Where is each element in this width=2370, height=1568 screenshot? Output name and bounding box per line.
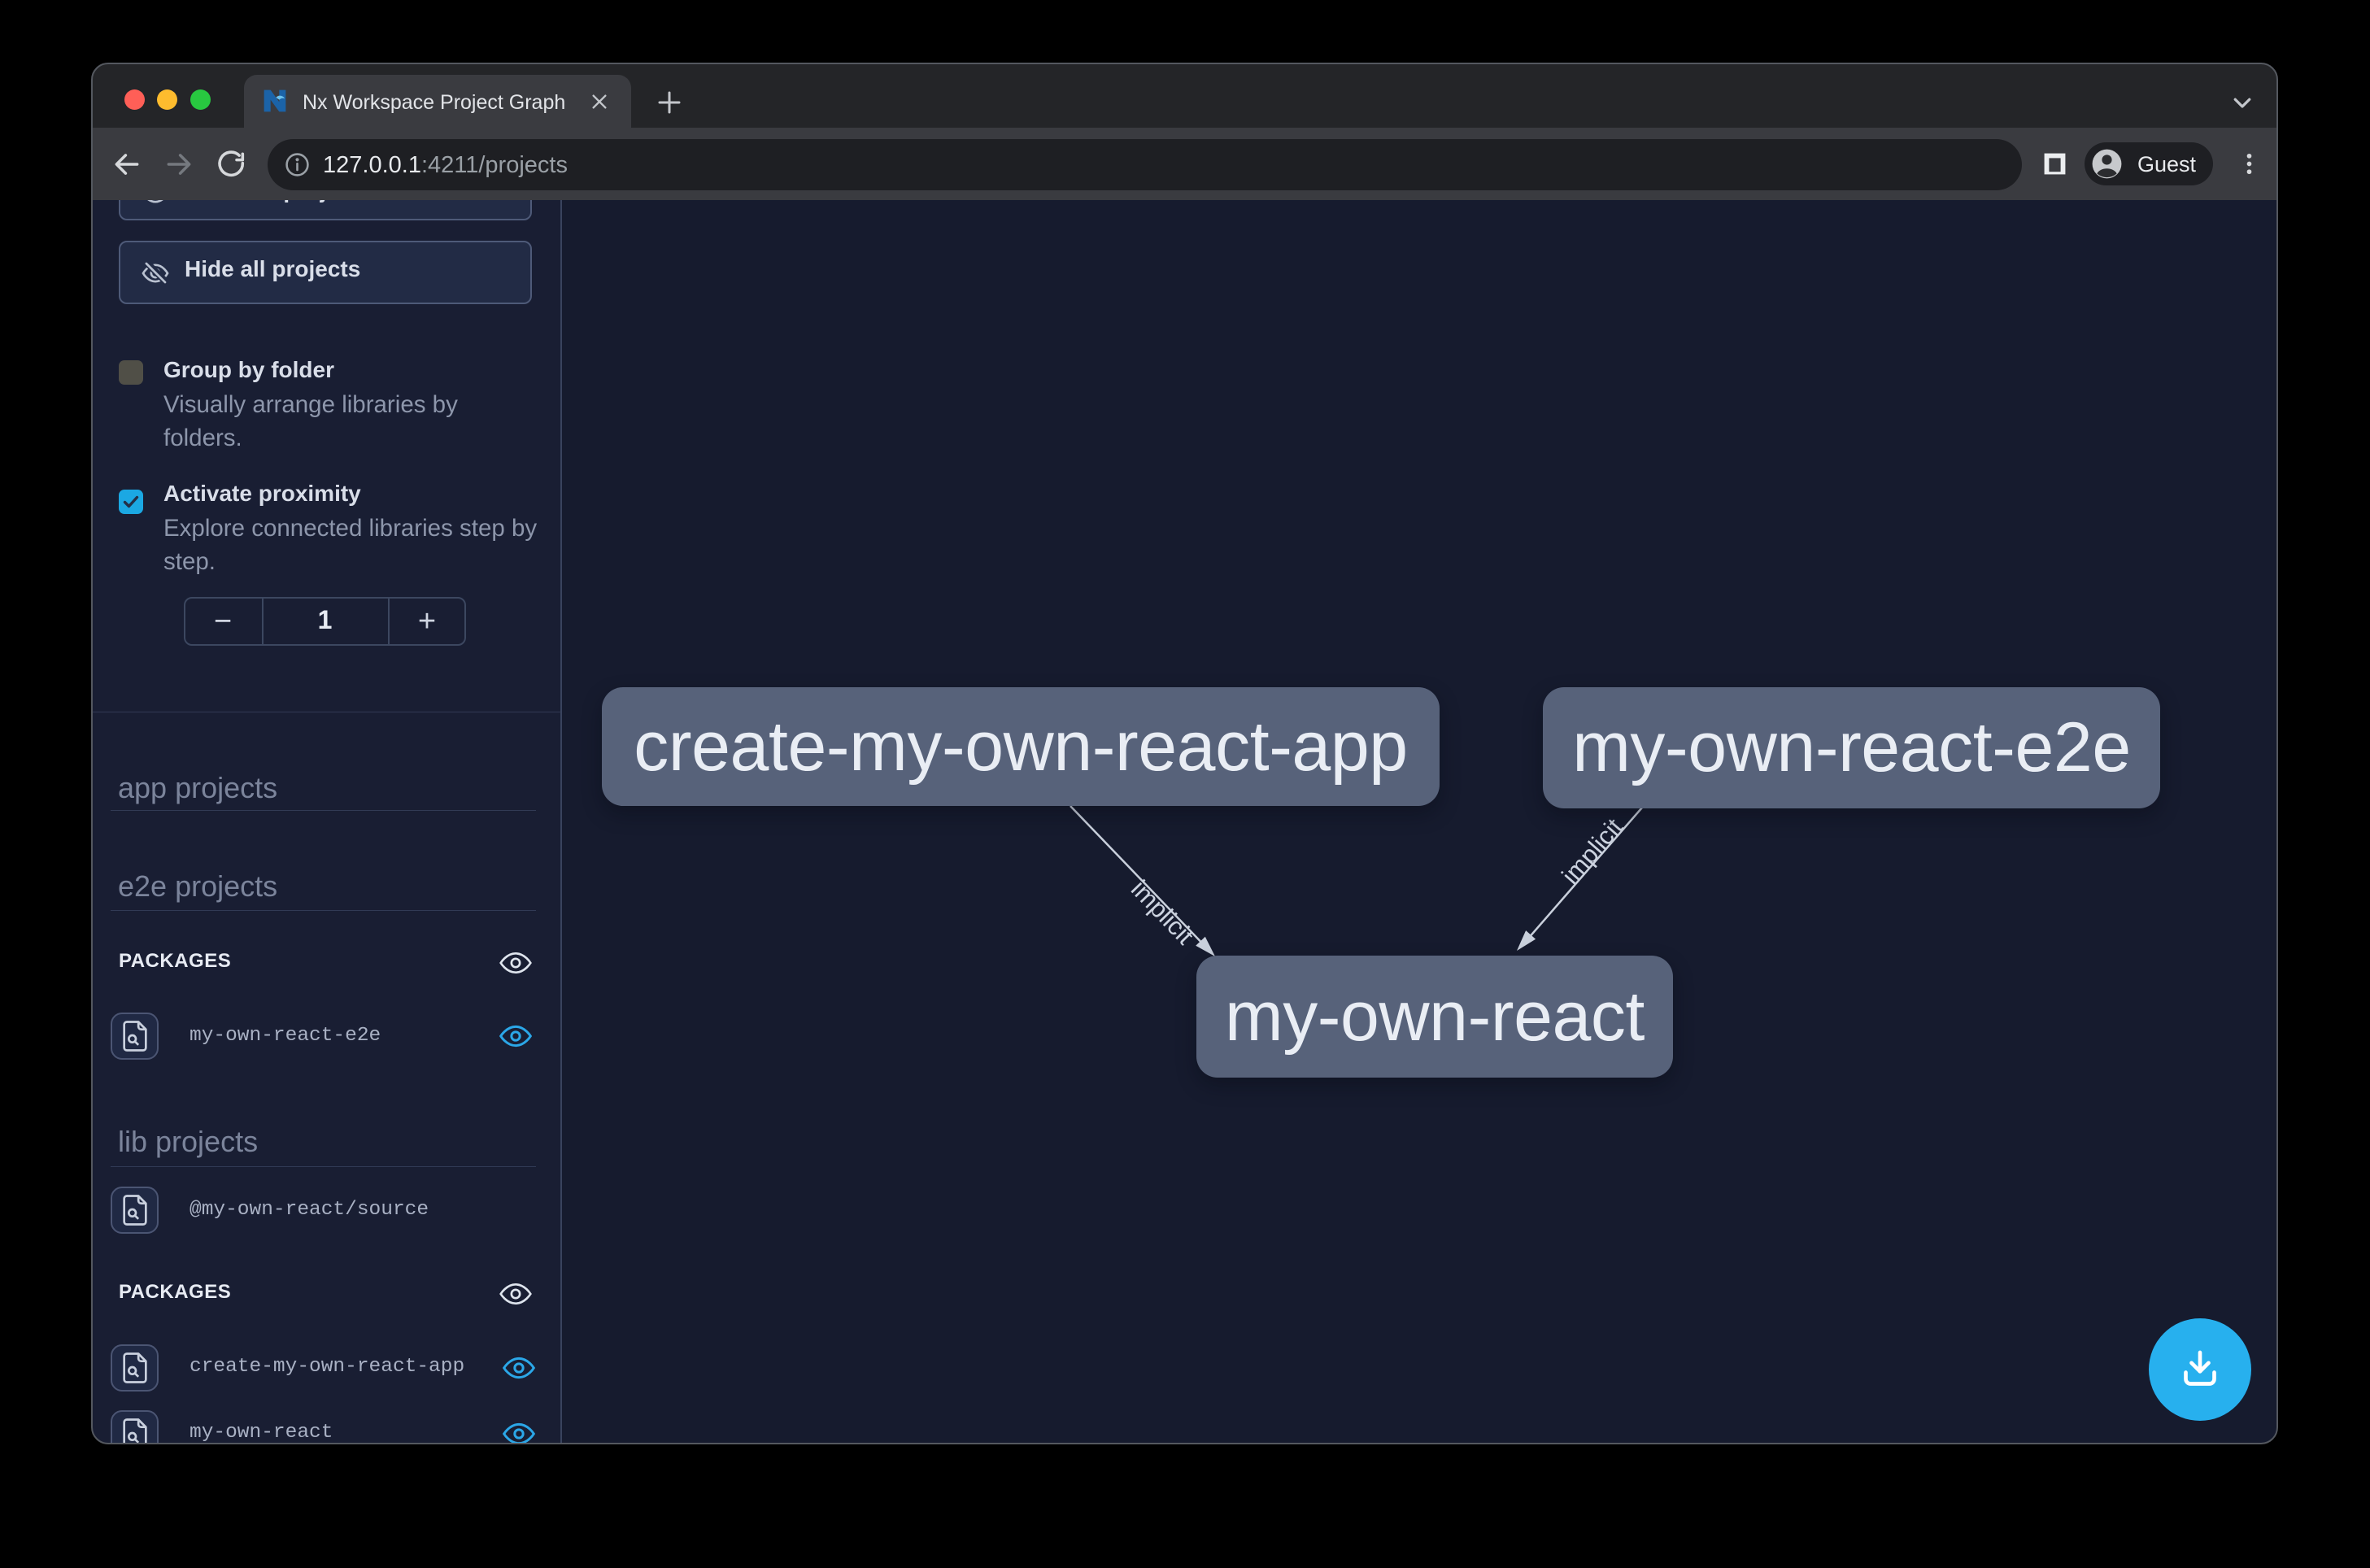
svg-text:implicit: implicit <box>1556 812 1628 890</box>
svg-text:implicit: implicit <box>1126 874 1200 950</box>
